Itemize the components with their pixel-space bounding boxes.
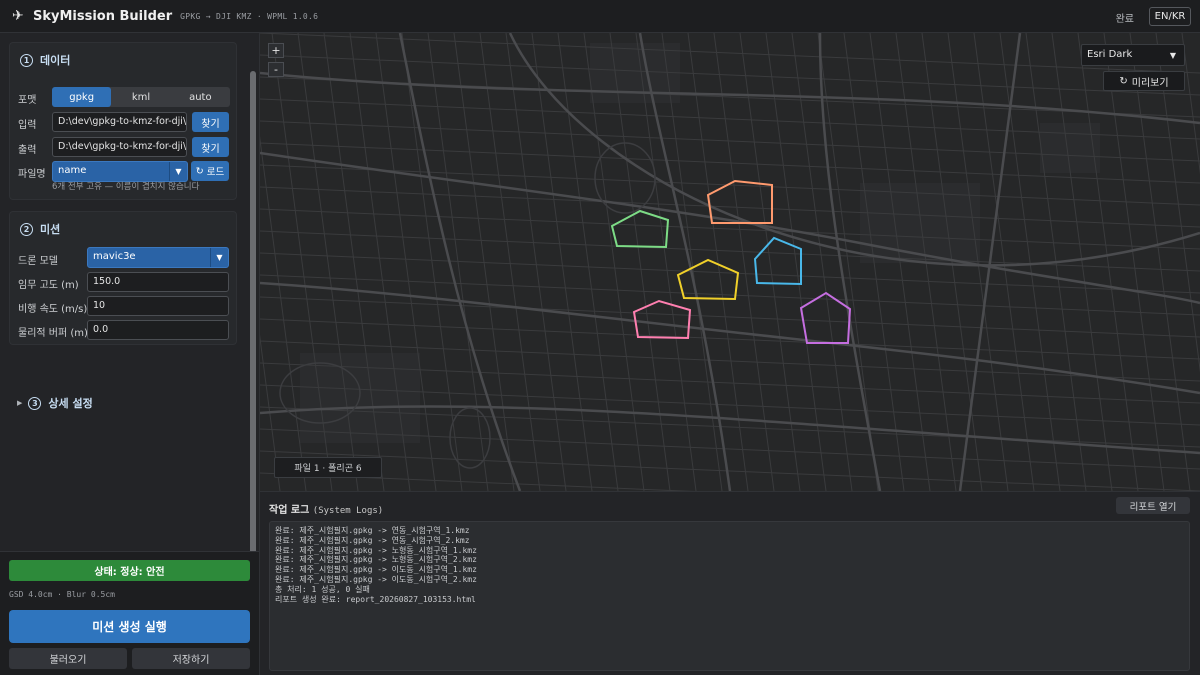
output-path-field[interactable]: D:\dev\gpkg-to-kmz-for-dji\output [52, 137, 187, 157]
log-title-en: (System Logs) [312, 506, 384, 516]
preview-button[interactable]: ↻ 미리보기 [1103, 71, 1185, 91]
input-browse-button[interactable]: 찾기 [192, 112, 229, 132]
preview-button-label: 미리보기 [1131, 77, 1169, 89]
log-line: 총 처리: 1 성공, 0 실패 [275, 584, 370, 594]
zoom-in-button[interactable]: + [268, 43, 284, 58]
filename-hint: 6개 전부 고유 — 이름이 겹치지 않습니다 [52, 182, 200, 192]
log-title-ko: 작업 로그 [269, 505, 310, 516]
chevron-down-icon: ▼ [1169, 50, 1177, 60]
load-button[interactable]: ↻ 로드 [191, 161, 229, 181]
sidebar-scrollbar[interactable] [250, 71, 256, 581]
format-option-gpkg[interactable]: gpkg [52, 87, 112, 107]
map-view[interactable]: + - Esri Dark ▼ ↻ 미리보기 파일 1 · 폴리곤 6 [260, 33, 1200, 491]
log-line: 리포트 생성 완료: report_20260827_103153.html [275, 594, 476, 604]
filename-field-select[interactable]: name ▼ [52, 161, 188, 182]
app-subtitle: GPKG → DJI KMZ · WPML 1.0.6 [180, 11, 319, 21]
output-browse-button[interactable]: 찾기 [192, 137, 229, 157]
log-line: 완료: 제주_시험필지.gpkg -> 이도동_시험구역_1.kmz [275, 565, 477, 575]
airplane-icon: ✈ [12, 8, 24, 24]
data-section: 1 데이터 포맷 gpkg kml auto 입력 D:\dev\gpkg-to… [9, 42, 237, 200]
gsd-readout: GSD 4.0cm · Blur 0.5cm [9, 590, 115, 599]
refresh-icon: ↻ [195, 165, 204, 177]
drone-model-label: 드론 모델 [18, 256, 58, 267]
refresh-icon: ↻ [1119, 75, 1128, 87]
filename-label: 파일명 [18, 169, 46, 180]
basemap-value: Esri Dark [1087, 49, 1133, 60]
input-path-field[interactable]: D:\dev\gpkg-to-kmz-for-dji\input [52, 112, 187, 132]
save-config-button[interactable]: 저장하기 [132, 648, 250, 669]
app-title: SkyMission Builder [33, 8, 173, 24]
section-number-1: 1 [20, 53, 33, 67]
chevron-down-icon: ▼ [210, 248, 228, 267]
altitude-label: 임무 고도 (m) [18, 280, 79, 291]
map-info-badge: 파일 1 · 폴리곤 6 [274, 457, 382, 478]
format-selector: gpkg kml auto [52, 87, 230, 107]
status-badge: 상태: 정상: 안전 [9, 560, 250, 581]
buffer-label: 물리적 버퍼 (m) [18, 328, 88, 339]
advanced-settings-toggle[interactable]: ▶ 3 상세 설정 [17, 395, 93, 411]
output-label: 출력 [18, 145, 37, 156]
load-config-button[interactable]: 불러오기 [9, 648, 127, 669]
drone-model-value: mavic3e [93, 251, 136, 262]
run-mission-button[interactable]: 미션 생성 실행 [9, 610, 250, 643]
buffer-input[interactable]: 0.0 [87, 320, 229, 340]
format-label: 포맷 [18, 95, 37, 106]
caret-right-icon: ▶ [17, 399, 23, 407]
language-toggle-button[interactable]: EN/KR [1149, 7, 1191, 26]
basemap-select[interactable]: Esri Dark ▼ [1081, 44, 1185, 66]
sidebar-footer: 상태: 정상: 안전 GSD 4.0cm · Blur 0.5cm 미션 생성 … [0, 551, 259, 675]
format-option-kml[interactable]: kml [111, 87, 170, 107]
app-header: ✈ SkyMission Builder GPKG → DJI KMZ · WP… [0, 0, 1200, 33]
log-line: 완료: 제주_시험필지.gpkg -> 이도동_시험구역_2.kmz [275, 574, 477, 584]
section-number-3: 3 [28, 396, 42, 410]
format-option-auto[interactable]: auto [171, 87, 230, 107]
log-panel: 작업 로그 (System Logs) 리포트 열기 완료: 제주_시험필지.g… [260, 491, 1200, 675]
mission-section-label: 미션 [40, 223, 61, 236]
section-number-2: 2 [20, 222, 33, 236]
data-section-label: 데이터 [40, 54, 71, 67]
filename-select-value: name [58, 165, 87, 176]
speed-label: 비행 속도 (m/s) [18, 304, 88, 315]
log-line: 완료: 제주_시험필지.gpkg -> 노형동_시험구역_1.kmz [275, 545, 477, 555]
open-report-button[interactable]: 리포트 열기 [1116, 497, 1190, 514]
log-output: 완료: 제주_시험필지.gpkg -> 연동_시험구역_1.kmz 완료: 제주… [269, 521, 1190, 671]
log-line: 완료: 제주_시험필지.gpkg -> 연동_시험구역_1.kmz [275, 526, 470, 535]
log-line: 완료: 제주_시험필지.gpkg -> 노형동_시험구역_2.kmz [275, 555, 477, 565]
chevron-down-icon: ▼ [169, 162, 187, 181]
input-label: 입력 [18, 120, 37, 131]
drone-model-select[interactable]: mavic3e ▼ [87, 247, 229, 268]
log-line: 완료: 제주_시험필지.gpkg -> 연동_시험구역_2.kmz [275, 535, 470, 545]
log-title: 작업 로그 (System Logs) [269, 501, 383, 516]
data-section-title: 1 데이터 [20, 52, 70, 68]
mission-section: 2 미션 드론 모델 mavic3e ▼ 임무 고도 (m) 150.0 비행 … [9, 211, 237, 345]
zoom-out-button[interactable]: - [268, 62, 284, 77]
altitude-input[interactable]: 150.0 [87, 272, 229, 292]
header-status: 완료 [1115, 14, 1134, 25]
mission-section-title: 2 미션 [20, 221, 60, 237]
load-button-label: 로드 [206, 167, 225, 178]
speed-input[interactable]: 10 [87, 296, 229, 316]
advanced-settings-label: 상세 설정 [48, 397, 93, 410]
map-canvas [260, 33, 1200, 491]
